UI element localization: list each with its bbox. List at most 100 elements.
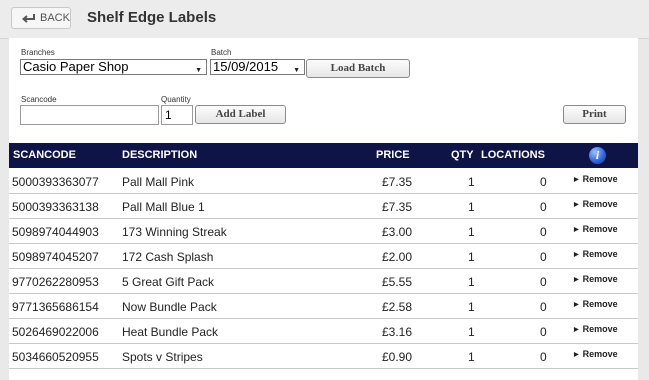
quantity-input[interactable]: 1 — [161, 105, 193, 125]
play-triangle-icon: ▶ — [574, 277, 579, 283]
remove-label: Remove — [582, 324, 618, 334]
play-triangle-icon: ▶ — [574, 327, 579, 333]
remove-button[interactable]: ▶ Remove — [574, 324, 618, 334]
cell-locations: 0 — [540, 275, 547, 289]
cell-price: £2.00 — [382, 250, 413, 264]
table-row: 9770262280953 5 Great Gift Pack £5.55 1 0 ▶ Re… — [9, 268, 638, 294]
table-row: 5000393363077 Pall Mall Pink £7.35 1 0 ▶ Remov… — [9, 168, 638, 194]
table-row: 5098974045207 172 Cash Splash £2.00 1 0 ▶ Remo… — [9, 243, 638, 269]
remove-label: Remove — [582, 349, 618, 359]
cell-price: £3.00 — [382, 225, 413, 239]
cell-scancode: 5026469022006 — [12, 325, 99, 339]
cell-description: Heat Bundle Pack — [122, 325, 219, 339]
cell-description: Pall Mall Pink — [122, 175, 195, 189]
branches-select-value: Casio Paper Shop — [23, 59, 129, 74]
cell-price: £0.90 — [382, 350, 413, 364]
column-header-price: PRICE — [376, 149, 410, 161]
cell-scancode: 5000393363077 — [12, 175, 99, 189]
cell-locations: 0 — [540, 175, 547, 189]
remove-button[interactable]: ▶ Remove — [574, 224, 618, 234]
remove-button[interactable]: ▶ Remove — [574, 174, 618, 184]
branches-label: Branches — [21, 48, 55, 57]
remove-button[interactable]: ▶ Remove — [574, 349, 618, 359]
cell-scancode: 5098974045207 — [12, 250, 99, 264]
scancode-input[interactable] — [20, 105, 159, 125]
cell-qty: 1 — [468, 250, 475, 264]
cell-locations: 0 — [540, 325, 547, 339]
column-header-scancode: SCANCODE — [13, 149, 76, 161]
branches-select[interactable]: Casio Paper Shop ▼ — [20, 59, 207, 75]
cell-description: 5 Great Gift Pack — [122, 275, 215, 289]
cell-price: £2.58 — [382, 300, 413, 314]
load-batch-button[interactable]: Load Batch — [306, 59, 410, 78]
cell-locations: 0 — [540, 350, 547, 364]
table-header: SCANCODE DESCRIPTION PRICE QTY LOCATIONS… — [9, 143, 638, 168]
cell-description: Pall Mall Blue 1 — [122, 200, 205, 214]
column-header-description: DESCRIPTION — [122, 149, 198, 161]
remove-label: Remove — [582, 274, 618, 284]
batch-label: Batch — [211, 48, 232, 57]
top-bar: BACK Shelf Edge Labels — [0, 0, 649, 39]
remove-button[interactable]: ▶ Remove — [574, 299, 618, 309]
quantity-label: Quantity — [161, 95, 191, 104]
column-header-qty: QTY — [451, 149, 474, 161]
cell-qty: 1 — [468, 200, 475, 214]
play-triangle-icon: ▶ — [574, 202, 579, 208]
cell-locations: 0 — [540, 250, 547, 264]
cell-scancode: 5098974044903 — [12, 225, 99, 239]
cell-description: 173 Winning Streak — [122, 225, 227, 239]
cell-scancode: 5034660520955 — [12, 350, 99, 364]
page-title: Shelf Edge Labels — [87, 9, 217, 26]
info-icon[interactable]: i — [589, 147, 606, 164]
cell-description: Now Bundle Pack — [122, 300, 217, 314]
cell-scancode: 9771365686154 — [12, 300, 99, 314]
cell-description: Spots v Stripes — [122, 350, 203, 364]
cell-qty: 1 — [468, 175, 475, 189]
remove-label: Remove — [582, 299, 618, 309]
cell-scancode: 9770262280953 — [12, 275, 99, 289]
main-panel: Branches Casio Paper Shop ▼ Batch 15/09/… — [9, 38, 638, 380]
play-triangle-icon: ▶ — [574, 252, 579, 258]
play-triangle-icon: ▶ — [574, 352, 579, 358]
cell-qty: 1 — [468, 225, 475, 239]
remove-label: Remove — [582, 199, 618, 209]
cell-qty: 1 — [468, 300, 475, 314]
scancode-label: Scancode — [21, 95, 57, 104]
table-row: 5000393363138 Pall Mall Blue 1 £7.35 1 0 ▶ Rem… — [9, 193, 638, 219]
cell-price: £7.35 — [382, 200, 413, 214]
remove-button[interactable]: ▶ Remove — [574, 249, 618, 259]
remove-button[interactable]: ▶ Remove — [574, 274, 618, 284]
cell-qty: 1 — [468, 325, 475, 339]
cell-price: £3.16 — [382, 325, 413, 339]
add-label-button[interactable]: Add Label — [195, 105, 286, 124]
table-row: 5098974044903 173 Winning Streak £3.00 1 0 ▶ R… — [9, 218, 638, 244]
dropdown-arrow-icon: ▼ — [195, 67, 202, 74]
cell-description: 172 Cash Splash — [122, 250, 214, 264]
print-button[interactable]: Print — [563, 105, 626, 124]
play-triangle-icon: ▶ — [574, 302, 579, 308]
cell-qty: 1 — [468, 350, 475, 364]
cell-price: £7.35 — [382, 175, 413, 189]
cell-scancode: 5000393363138 — [12, 200, 99, 214]
cell-locations: 0 — [540, 225, 547, 239]
remove-label: Remove — [582, 174, 618, 184]
play-triangle-icon: ▶ — [574, 177, 579, 183]
remove-button[interactable]: ▶ Remove — [574, 199, 618, 209]
table-row: 9771365686154 Now Bundle Pack £2.58 1 0 ▶ Remo… — [9, 293, 638, 319]
dropdown-arrow-icon: ▼ — [293, 67, 300, 74]
cell-locations: 0 — [540, 200, 547, 214]
remove-label: Remove — [582, 249, 618, 259]
back-arrow-icon — [22, 13, 35, 23]
table-row: 5034660520955 Spots v Stripes £0.90 1 0 ▶ Remo… — [9, 343, 638, 369]
back-button[interactable]: BACK — [11, 7, 71, 29]
back-button-label: BACK — [40, 12, 70, 24]
cell-price: £5.55 — [382, 275, 413, 289]
batch-select[interactable]: 15/09/2015 ▼ — [210, 59, 305, 75]
cell-locations: 0 — [540, 300, 547, 314]
cell-qty: 1 — [468, 275, 475, 289]
batch-select-value: 15/09/2015 — [213, 59, 279, 74]
column-header-locations: LOCATIONS — [481, 149, 545, 161]
table-row: 5026469022006 Heat Bundle Pack £3.16 1 0 ▶ Rem… — [9, 318, 638, 344]
remove-label: Remove — [582, 224, 618, 234]
play-triangle-icon: ▶ — [574, 227, 579, 233]
